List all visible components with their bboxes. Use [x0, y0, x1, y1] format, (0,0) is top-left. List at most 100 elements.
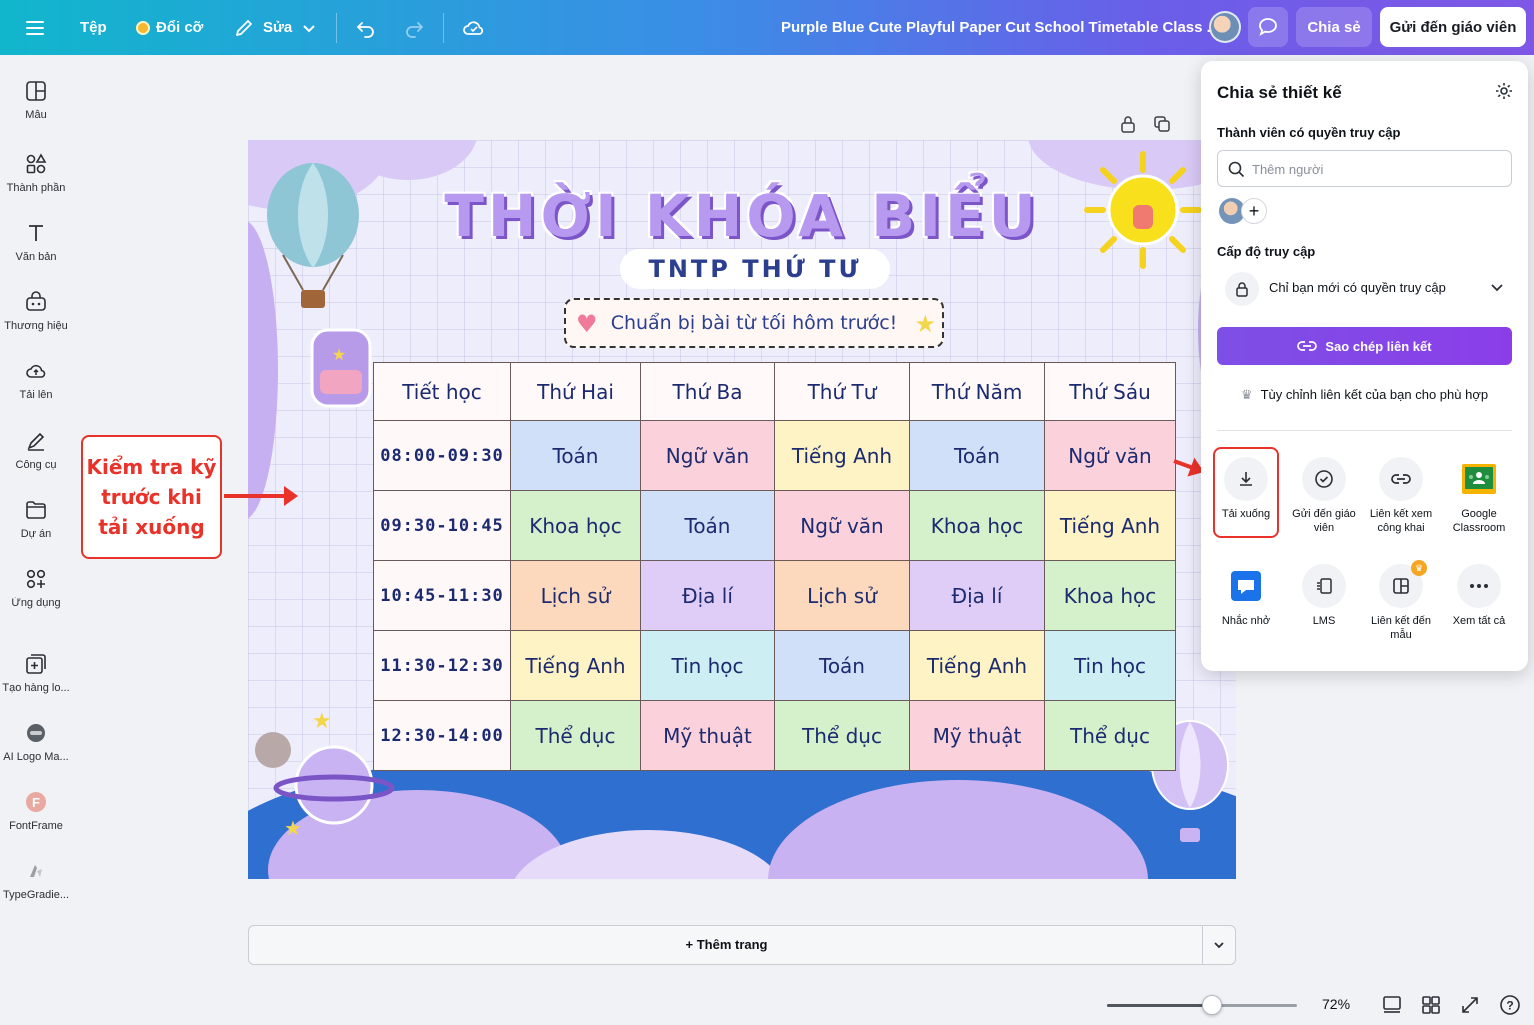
customize-link-option[interactable]: ♛ Tùy chỉnh liên kết của bạn cho phù hợp [1217, 387, 1512, 403]
grid-view-icon[interactable] [1420, 994, 1442, 1016]
timetable[interactable]: Tiết học Thứ Hai Thứ Ba Thứ Tư Thứ Năm T… [373, 362, 1176, 771]
zoom-slider-handle[interactable] [1202, 995, 1223, 1015]
subject-cell: Tin học [1044, 630, 1176, 701]
cloud-icon [463, 20, 484, 35]
lock-icon [1225, 272, 1259, 306]
lms-icon [1302, 564, 1346, 608]
google-classroom-icon [1457, 457, 1501, 501]
table-header: Thứ Sáu [1044, 362, 1176, 421]
undo-icon [356, 21, 374, 38]
check-circle-icon [1302, 457, 1346, 501]
time-cell: 11:30-12:30 [373, 630, 511, 701]
heart-icon: ♥ [576, 310, 598, 338]
subject-cell: Khoa học [510, 490, 641, 561]
sidebar-item-fontframe[interactable]: F FontFrame [0, 790, 72, 832]
subject-cell: Toán [909, 420, 1045, 491]
menu-button[interactable] [24, 0, 46, 55]
divider [1217, 430, 1512, 431]
google-classroom-option[interactable]: Google Classroom [1440, 457, 1518, 535]
sidebar-item-tools[interactable]: Công cụ [0, 429, 72, 471]
sidebar-item-templates[interactable]: Mẫu [0, 79, 72, 121]
lock-icon[interactable] [1118, 114, 1138, 134]
sidebar-item-ai-logo[interactable]: AI Logo Ma... [0, 721, 72, 763]
crown-icon: ♛ [1411, 560, 1427, 576]
svg-text:?: ? [1506, 999, 1513, 1013]
edit-menu[interactable]: Sửa [233, 0, 316, 55]
svg-text:★: ★ [284, 818, 302, 840]
sidebar-item-typegradient[interactable]: TypeGradie... [0, 859, 72, 901]
design-canvas[interactable]: ★ ★ ★ THỜI KHÓA BIỂU TNTP THỨ TƯ ♥ Chuẩn… [248, 140, 1236, 879]
design-subtitle[interactable]: TNTP THỨ TƯ [620, 249, 890, 289]
subject-cell: Ngữ văn [1044, 420, 1176, 491]
sidebar-item-elements[interactable]: Thành phần [0, 152, 72, 194]
subject-cell: Mỹ thuật [640, 700, 775, 771]
file-menu[interactable]: Tệp [80, 0, 107, 55]
document-title[interactable]: Purple Blue Cute Playful Paper Cut Schoo… [781, 0, 1219, 55]
send-to-teacher-button[interactable]: Gửi đến giáo viên [1380, 7, 1526, 47]
sidebar-item-uploads[interactable]: Tải lên [0, 359, 72, 401]
chevron-down-icon [1491, 284, 1503, 292]
link-icon [1379, 457, 1423, 501]
avatar[interactable] [1209, 11, 1241, 43]
sidebar-item-text[interactable]: Văn bản [0, 221, 72, 263]
public-view-link-option[interactable]: Liên kết xem công khai [1362, 457, 1440, 535]
zoom-level[interactable]: 72% [1322, 996, 1350, 1012]
design-note[interactable]: ♥ Chuẩn bị bài từ tối hôm trước! ★ [564, 298, 944, 348]
svg-text:★: ★ [332, 347, 346, 364]
svg-text:F: F [32, 795, 40, 810]
share-button[interactable]: Chia sẻ [1296, 7, 1372, 47]
lms-option[interactable]: LMS [1285, 564, 1363, 628]
help-icon[interactable]: ? [1499, 994, 1521, 1016]
crown-icon: ♛ [1240, 387, 1253, 402]
divider [443, 13, 444, 43]
chevron-down-icon [1214, 942, 1224, 949]
left-sidebar: Mẫu Thành phần Văn bản Thương hiệu Tải l… [0, 55, 72, 1025]
comment-icon [1259, 18, 1277, 36]
table-row: 12:30-14:00 Thể dục Mỹ thuật Thể dục Mỹ … [373, 700, 1176, 771]
undo-button[interactable] [355, 0, 377, 55]
hamburger-icon [26, 20, 44, 35]
resize-button[interactable]: Đổi cỡ [136, 0, 203, 55]
copy-link-button[interactable]: Sao chép liên kết [1217, 327, 1512, 365]
sidebar-item-apps[interactable]: Ứng dụng [0, 567, 72, 609]
subject-cell: Toán [510, 420, 641, 491]
redo-icon [406, 21, 424, 38]
reminder-icon [1224, 564, 1268, 608]
table-row: 11:30-12:30 Tiếng Anh Tin học Toán Tiếng… [373, 630, 1176, 701]
subject-cell: Địa lí [909, 560, 1045, 631]
star-icon: ★ [914, 310, 936, 338]
time-cell: 10:45-11:30 [373, 560, 511, 631]
add-people-input[interactable]: Thêm người [1217, 150, 1512, 187]
add-page-bar: + Thêm trang [248, 925, 1236, 965]
gear-icon[interactable] [1494, 81, 1514, 101]
duplicate-icon[interactable] [1152, 114, 1172, 134]
subject-cell: Tiếng Anh [909, 630, 1045, 701]
table-row: 10:45-11:30 Lịch sử Địa lí Lịch sử Địa l… [373, 560, 1176, 631]
subject-cell: Lịch sử [774, 560, 910, 631]
table-header: Tiết học [373, 362, 511, 421]
divider [336, 13, 337, 43]
reminder-option[interactable]: Nhắc nhở [1207, 564, 1285, 628]
send-to-teacher-option[interactable]: Gửi đến giáo viên [1285, 457, 1363, 535]
time-cell: 09:30-10:45 [373, 490, 511, 561]
redo-button[interactable] [403, 0, 425, 55]
sidebar-item-projects[interactable]: Dự án [0, 498, 72, 540]
cloud-save-status[interactable] [462, 0, 486, 55]
pencil-icon [236, 19, 252, 36]
see-all-option[interactable]: Xem tất cả [1440, 564, 1518, 628]
template-link-option[interactable]: ♛ Liên kết đến mẫu [1362, 560, 1440, 642]
add-page-button[interactable]: + Thêm trang [249, 926, 1204, 964]
comment-button[interactable] [1248, 7, 1288, 47]
table-header: Thứ Hai [510, 362, 641, 421]
notes-icon[interactable] [1381, 994, 1403, 1016]
add-page-options-button[interactable] [1202, 926, 1235, 964]
sidebar-item-bulk-create[interactable]: Tạo hàng lo... [0, 652, 72, 694]
access-level-select[interactable]: Chỉ bạn mới có quyền truy cập [1217, 268, 1512, 308]
table-header: Thứ Tư [774, 362, 910, 421]
apps-icon [26, 569, 46, 589]
annotation-arrow [224, 486, 298, 506]
fullscreen-icon[interactable] [1459, 994, 1481, 1016]
sidebar-item-brand[interactable]: Thương hiệu [0, 290, 72, 332]
add-member-button[interactable]: + [1241, 198, 1267, 224]
design-title[interactable]: THỜI KHÓA BIỂU [362, 182, 1122, 250]
